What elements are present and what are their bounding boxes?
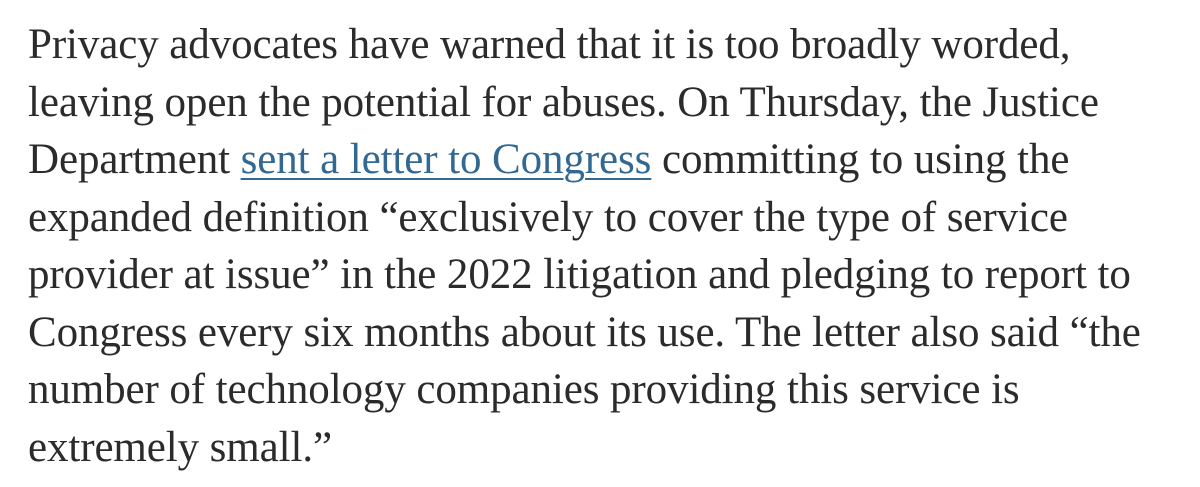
paragraph-line: Privacy advocates have warned that it is… — [28, 21, 1071, 68]
paragraph-text: Department — [28, 136, 241, 183]
paragraph-line: leaving open the potential for abuses. O… — [28, 78, 1099, 126]
paragraph-line: Department sent a letter to Congress com… — [28, 131, 1188, 189]
paragraph-line: provider at issue” in the 2022 litigatio… — [28, 251, 1131, 298]
letter-to-congress-link[interactable]: sent a letter to Congress — [241, 136, 652, 183]
paragraph-line: extremely small.” — [28, 423, 332, 471]
article-paragraph: Privacy advocates have warned that it is… — [28, 16, 1188, 476]
paragraph-line: Congress every six months about its use.… — [28, 308, 1141, 356]
paragraph-line: expanded definition “exclusively to cove… — [28, 193, 1068, 241]
paragraph-text: committing to using the — [651, 136, 1070, 183]
paragraph-line: number of technology companies providing… — [28, 366, 1020, 413]
